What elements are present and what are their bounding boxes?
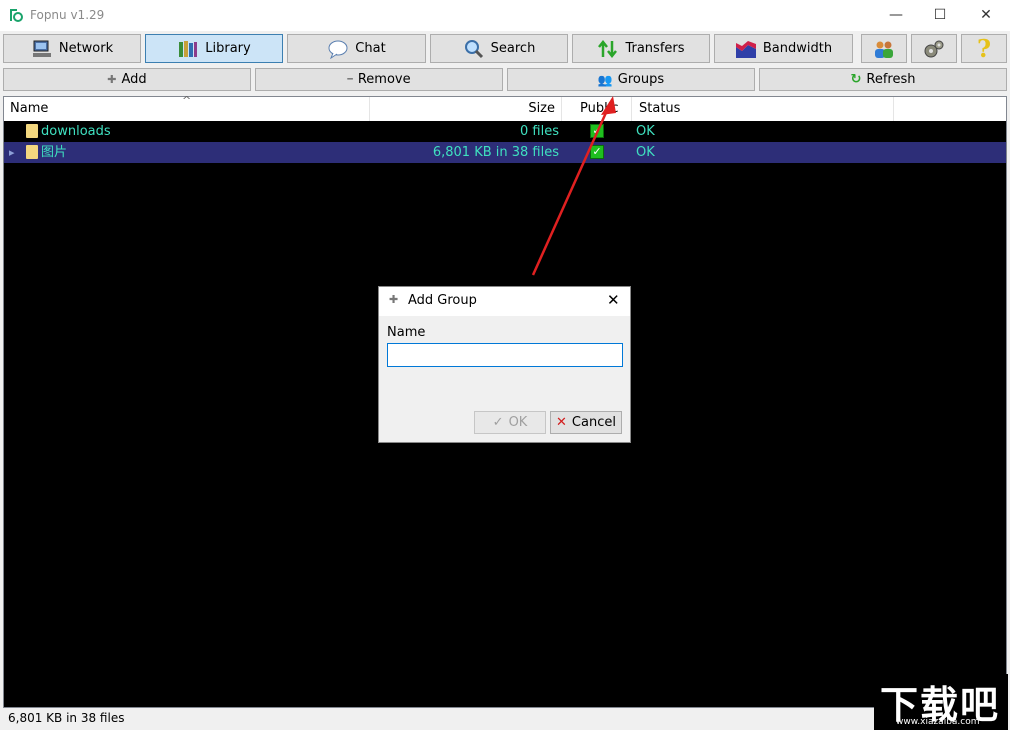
dialog-title-bar: ✚ Add Group ✕: [379, 287, 630, 316]
title-bar: Fopnu v1.29 — ☐ ✕: [0, 0, 1010, 31]
folder-icon: [26, 145, 38, 159]
add-group-dialog: ✚ Add Group ✕ Name ✓ OK ✕ Cancel: [378, 286, 631, 443]
cancel-label: Cancel: [571, 415, 616, 430]
remove-label: Remove: [357, 72, 411, 87]
chat-bubble-icon: [328, 40, 348, 59]
list-item-status: OK: [636, 124, 655, 139]
network-computer-icon: [32, 40, 51, 57]
check-icon: ✓: [492, 415, 504, 430]
list-item-size: 6,801 KB in 38 files: [432, 145, 559, 160]
ok-button[interactable]: ✓ OK: [474, 411, 546, 434]
public-checkbox[interactable]: ✓: [590, 124, 604, 138]
help-icon: ?: [976, 34, 992, 63]
folder-icon: [26, 124, 38, 138]
watermark-url: www.xiazaiba.com: [896, 717, 980, 727]
users-icon: [875, 41, 893, 58]
column-name-label: Name: [10, 101, 49, 116]
group-name-input[interactable]: [387, 343, 623, 367]
tab-bandwidth[interactable]: Bandwidth: [714, 34, 853, 63]
refresh-label: Refresh: [866, 72, 916, 87]
ok-label: OK: [508, 415, 528, 430]
add-button[interactable]: ✚ Add: [3, 68, 251, 91]
library-action-bar: ✚ Add ━ Remove 👥 Groups ↻ Refresh: [0, 67, 1010, 92]
tab-network[interactable]: Network: [3, 34, 141, 63]
close-button[interactable]: ✕: [963, 0, 1009, 31]
add-label: Add: [121, 72, 147, 87]
refresh-icon: ↻: [850, 72, 862, 87]
minimize-button[interactable]: —: [873, 0, 919, 31]
dialog-title: Add Group: [408, 293, 477, 308]
tab-search-label: Search: [490, 41, 536, 56]
tab-transfers-label: Transfers: [625, 41, 685, 56]
list-item-status: OK: [636, 145, 655, 160]
tab-library[interactable]: Library: [145, 34, 283, 63]
tab-transfers[interactable]: Transfers: [572, 34, 710, 63]
groups-label: Groups: [617, 72, 665, 87]
remove-button[interactable]: ━ Remove: [255, 68, 503, 91]
settings-button[interactable]: [911, 34, 957, 63]
magnifier-icon: [464, 39, 483, 58]
column-name[interactable]: Name ^: [4, 94, 370, 121]
status-bar: 6,801 KB in 38 files: [0, 708, 1010, 730]
remove-icon: ━: [347, 74, 353, 85]
column-header-row: Name ^ Size Public Status: [4, 94, 1006, 121]
expand-arrow-icon[interactable]: ▸: [9, 142, 15, 163]
list-item-name: downloads: [41, 124, 111, 139]
books-icon: [179, 40, 198, 57]
groups-icon: 👥: [597, 72, 613, 87]
transfer-arrows-icon: [598, 39, 618, 58]
list-item[interactable]: downloads 0 files ✓ OK: [4, 121, 1006, 142]
status-text: 6,801 KB in 38 files: [8, 711, 125, 725]
gears-icon: [924, 40, 944, 57]
tab-chat-label: Chat: [355, 41, 386, 56]
maximize-button[interactable]: ☐: [917, 0, 963, 31]
tab-network-label: Network: [58, 41, 114, 56]
list-item[interactable]: ▸ 图片 6,801 KB in 38 files ✓ OK: [4, 142, 1006, 163]
list-item-name: 图片: [41, 145, 68, 160]
add-icon: ✚: [389, 293, 399, 306]
watermark-logo: 下载吧 www.xiazaiba.com: [874, 674, 1008, 730]
cancel-button[interactable]: ✕ Cancel: [550, 411, 622, 434]
tab-search[interactable]: Search: [430, 34, 568, 63]
cancel-x-icon: ✕: [556, 415, 567, 430]
help-button[interactable]: ?: [961, 34, 1007, 63]
column-size[interactable]: Size: [370, 97, 562, 121]
column-status[interactable]: Status: [632, 97, 894, 121]
users-button[interactable]: [861, 34, 907, 63]
main-toolbar: Network Library Chat Search Transfers Ba…: [0, 32, 1010, 66]
column-public[interactable]: Public: [562, 97, 632, 121]
public-checkbox[interactable]: ✓: [590, 145, 604, 159]
tab-chat[interactable]: Chat: [287, 34, 426, 63]
groups-button[interactable]: 👥 Groups: [507, 68, 755, 91]
tab-bandwidth-label: Bandwidth: [762, 41, 833, 56]
list-item-size: 0 files: [520, 124, 559, 139]
tab-library-label: Library: [205, 41, 251, 56]
dialog-close-button[interactable]: ✕: [607, 291, 620, 309]
name-field-label: Name: [387, 325, 426, 340]
fopnu-logo-icon: [10, 9, 23, 22]
sort-ascending-icon: ^: [182, 94, 192, 107]
bandwidth-chart-icon: [735, 40, 756, 58]
refresh-button[interactable]: ↻ Refresh: [759, 68, 1007, 91]
window-title: Fopnu v1.29: [30, 8, 105, 22]
add-icon: ✚: [107, 73, 117, 86]
